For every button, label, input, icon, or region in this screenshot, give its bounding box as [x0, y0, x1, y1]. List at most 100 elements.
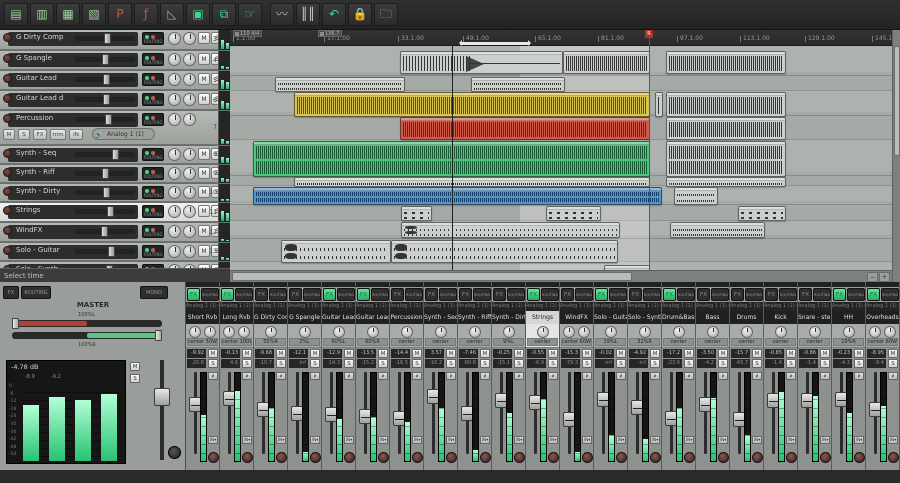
strip-input-button[interactable]: IN▾ [616, 436, 626, 444]
record-arm-icon[interactable] [3, 226, 12, 235]
media-item[interactable] [294, 177, 650, 187]
width-knob[interactable] [183, 93, 196, 106]
strip-phase-button[interactable]: ø [582, 372, 592, 380]
mixer-strip-windfx[interactable]: FXROUTINGAnalog 1 (1) ▾WindFXcenter 60W-… [560, 282, 594, 470]
pan-knob[interactable] [168, 205, 181, 218]
media-explorer-icon[interactable]: 🗀 [374, 3, 398, 26]
width-knob[interactable] [183, 245, 196, 258]
strip-solo-button[interactable]: S [412, 359, 422, 368]
strip-record-arm[interactable] [480, 452, 491, 463]
pan-knob[interactable] [168, 148, 181, 161]
strip-input-label[interactable]: Analog 1 (1) ▾ [628, 302, 661, 311]
strip-fx-button[interactable]: FX [493, 288, 506, 301]
strip-mute-button[interactable]: M [548, 349, 558, 358]
strip-record-arm[interactable] [820, 452, 831, 463]
media-item[interactable] [670, 222, 765, 238]
strip-input-label[interactable]: Analog 1 (1) ▾ [696, 302, 729, 311]
strip-routing-button[interactable]: ROUTING [575, 288, 593, 301]
strip-phase-button[interactable]: ø [650, 372, 660, 380]
strip-pan-knob[interactable] [503, 326, 515, 338]
master-mute-button[interactable]: M [130, 362, 140, 371]
track-row-percussion[interactable]: PercussionROUTINGMSFXtrimINAnalog 1 (1)7 [0, 111, 230, 145]
strip-record-arm[interactable] [242, 452, 253, 463]
strip-pan-knob[interactable] [223, 326, 235, 338]
strip-mute-button[interactable]: M [752, 349, 762, 358]
tempo-marker[interactable]: 136.7 [318, 30, 342, 37]
mute-button[interactable]: M [198, 167, 210, 179]
strip-input-button[interactable]: IN▾ [718, 436, 728, 444]
strip-input-label[interactable]: Analog 1 (1) ▾ [322, 302, 355, 311]
track-in-button[interactable]: IN [69, 129, 83, 140]
strip-input-button[interactable]: IN▾ [854, 436, 864, 444]
track-trim-button[interactable]: trim [50, 129, 66, 140]
track-fader-thumb[interactable] [103, 94, 110, 105]
master-mono-button[interactable]: MONO [140, 286, 168, 299]
strip-fx-button[interactable]: FX [255, 288, 268, 301]
track-row-guitar-lead[interactable]: Guitar LeadROUTINGMS5 [0, 71, 230, 90]
record-arm-icon[interactable] [3, 114, 12, 123]
strip-input-button[interactable]: IN▾ [344, 436, 354, 444]
strip-routing-button[interactable]: ROUTING [201, 288, 219, 301]
pan-knob[interactable] [168, 245, 181, 258]
record-arm-icon[interactable] [3, 149, 12, 158]
track-input-selector[interactable]: Analog 1 (1) [92, 128, 155, 140]
strip-mute-button[interactable]: M [650, 349, 660, 358]
strip-fx-button[interactable]: FX [833, 288, 846, 301]
mute-button[interactable]: M [198, 148, 210, 160]
strip-solo-button[interactable]: S [718, 359, 728, 368]
track-fader-thumb[interactable] [103, 74, 110, 85]
strip-pan-knob[interactable] [605, 326, 617, 338]
strip-fader[interactable] [602, 372, 605, 454]
mixer-strip-guitar-lead-d[interactable]: FXROUTINGAnalog 1 (1) ▾Guitar Lead d60%R… [356, 282, 390, 470]
strip-mute-button[interactable]: M [514, 349, 524, 358]
docker-icon[interactable]: ║║ [296, 3, 320, 26]
strip-input-label[interactable]: Analog 1 (1) ▾ [730, 302, 763, 311]
strip-solo-button[interactable]: S [786, 359, 796, 368]
width-knob[interactable] [183, 205, 196, 218]
strip-pan-knob[interactable] [469, 326, 481, 338]
strip-input-label[interactable]: Analog 1 (1) ▾ [594, 302, 627, 311]
item-group-icon[interactable]: ⧉ [212, 3, 236, 26]
strip-record-arm[interactable] [344, 452, 355, 463]
mixer-strip-long-rvb[interactable]: FXROUTINGAnalog 1 (1) ▾Long Rvbcenter 10… [220, 282, 254, 470]
track-fader-thumb[interactable] [108, 246, 115, 257]
timeline-ruler[interactable]: 1.1.0017.1.0033.1.0049.1.0065.1.0081.1.0… [230, 30, 892, 46]
mixer-strip-kick[interactable]: FXROUTINGAnalog 1 (1) ▾Kickcenter-0.85-1… [764, 282, 798, 470]
strip-record-arm[interactable] [786, 452, 797, 463]
width-knob[interactable] [183, 32, 196, 45]
strip-pan-knob[interactable] [333, 326, 345, 338]
strip-input-label[interactable]: Analog 1 (1) ▾ [186, 302, 219, 311]
strip-solo-button[interactable]: S [446, 359, 456, 368]
strip-fader[interactable] [670, 372, 673, 454]
strip-routing-button[interactable]: ROUTING [711, 288, 729, 301]
strip-solo-button[interactable]: S [344, 359, 354, 368]
loop-points[interactable] [460, 42, 530, 45]
strip-input-button[interactable]: IN▾ [310, 436, 320, 444]
strip-routing-button[interactable]: ROUTING [439, 288, 457, 301]
mute-button[interactable]: M [198, 73, 210, 85]
media-item[interactable] [400, 51, 563, 74]
strip-input-label[interactable]: Analog 1 (1) ▾ [662, 302, 695, 311]
mixer-strip-synth-riff[interactable]: FXROUTINGAnalog 1 (1) ▾Synth - Riffcente… [458, 282, 492, 470]
strip-input-button[interactable]: IN▾ [208, 436, 218, 444]
track-s-button[interactable]: S [18, 129, 30, 140]
mute-button[interactable]: M [198, 225, 210, 237]
track-row-guitar-lead-d[interactable]: Guitar Lead dROUTINGMS6 [0, 91, 230, 110]
zoom-out-button[interactable]: − [867, 272, 878, 282]
strip-input-button[interactable]: IN▾ [752, 436, 762, 444]
strip-pan-knob[interactable] [435, 326, 447, 338]
width-knob[interactable] [183, 53, 196, 66]
track-row-windfx[interactable]: WindFXROUTINGMS12 [0, 223, 230, 242]
strip-solo-button[interactable]: S [208, 359, 218, 368]
zoom-in-button[interactable]: + [879, 272, 890, 282]
strip-mute-button[interactable]: M [718, 349, 728, 358]
strip-mute-button[interactable]: M [276, 349, 286, 358]
envelope-icon[interactable]: 〰 [270, 3, 294, 26]
strip-fx-button[interactable]: FX [221, 288, 234, 301]
strip-fader[interactable] [432, 372, 435, 454]
strip-pan-knob[interactable] [401, 326, 413, 338]
mute-button[interactable]: M [198, 205, 210, 217]
track-m-button[interactable]: M [3, 129, 15, 140]
strip-fx-button[interactable]: FX [595, 288, 608, 301]
strip-solo-button[interactable]: S [480, 359, 490, 368]
